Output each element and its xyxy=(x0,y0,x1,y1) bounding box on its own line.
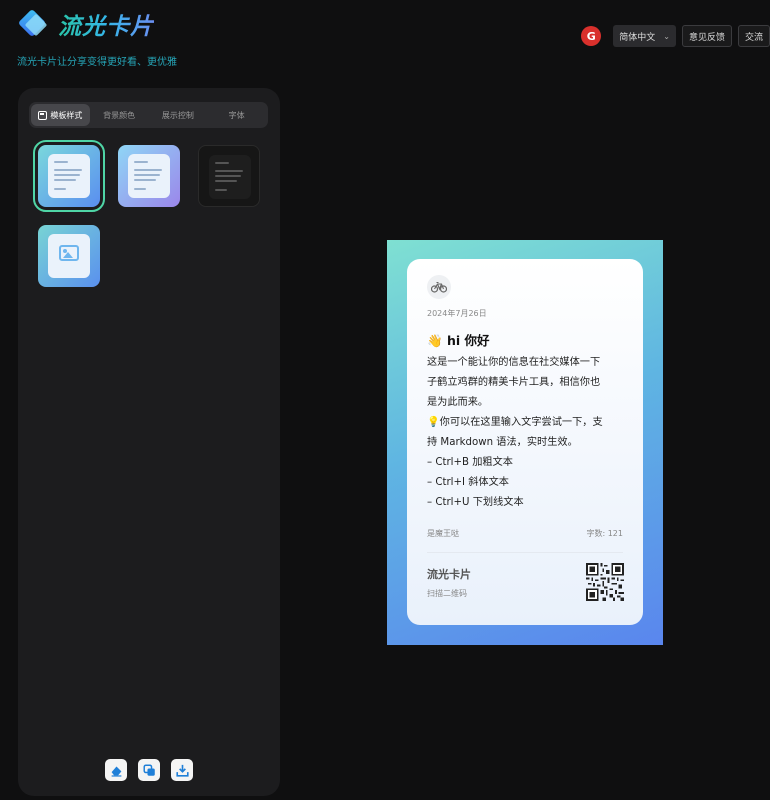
app-name: 流光卡片 xyxy=(58,7,154,41)
card-body-line: – Ctrl+U 下划线文本 xyxy=(427,497,524,508)
settings-tabs: 模板样式 背景颜色 展示控制 字体 xyxy=(29,102,268,128)
tab-label: 字体 xyxy=(228,110,245,120)
card-brand: 流光卡片 xyxy=(427,568,471,581)
template-thumb-purple[interactable] xyxy=(118,145,180,207)
template-preview xyxy=(48,154,90,198)
copy-button[interactable] xyxy=(138,759,160,781)
tab-label: 展示控制 xyxy=(161,110,194,120)
card-body: 这是一个能让你的信息在社交媒体一下 子鹤立鸡群的精美卡片工具，相信你也 是为此而… xyxy=(427,353,627,513)
card-scan-hint: 扫描二维码 xyxy=(427,589,467,598)
card-body-line: 子鹤立鸡群的精美卡片工具，相信你也 xyxy=(427,377,601,388)
card-title: 👋 hi 你好 xyxy=(427,330,489,349)
community-button[interactable]: 交流 xyxy=(737,25,770,47)
template-icon xyxy=(38,110,48,120)
tab-template-style[interactable]: 模板样式 xyxy=(31,104,90,126)
card-body-line: 是为此而来。 xyxy=(427,397,489,408)
card-date: 2024年7月26日 xyxy=(427,309,487,318)
chevron-down-icon: ⌄ xyxy=(663,31,670,41)
tab-label: 背景颜色 xyxy=(103,110,136,120)
template-preview xyxy=(48,234,90,278)
logo-icon xyxy=(17,8,50,38)
wave-emoji: 👋 xyxy=(427,333,443,348)
image-icon xyxy=(59,245,79,261)
copy-icon xyxy=(142,763,155,776)
app-tagline: 流光卡片让分享变得更好看、更优雅 xyxy=(17,57,177,68)
language-label: 简体中文 xyxy=(619,32,656,43)
app-logo[interactable]: 流光卡片 xyxy=(17,7,154,41)
eraser-icon xyxy=(111,765,121,777)
download-icon xyxy=(175,764,189,777)
card-body-line: – Ctrl+B 加粗文本 xyxy=(427,457,513,468)
card-author: 是魔王哒 xyxy=(427,529,459,538)
header-controls: G 简体中文 ⌄ 意见反馈 交流 xyxy=(581,25,770,47)
template-thumb-dark[interactable] xyxy=(198,145,260,207)
template-preview xyxy=(128,154,170,198)
card-body-line: – Ctrl+I 斜体文本 xyxy=(427,477,509,488)
tab-display-control[interactable]: 展示控制 xyxy=(149,104,208,126)
clear-button[interactable] xyxy=(105,759,127,781)
bicycle-icon xyxy=(431,281,447,293)
card-preview-background: 2024年7月26日 👋 hi 你好 这是一个能让你的信息在社交媒体一下 子鹤立… xyxy=(387,240,663,645)
card-divider xyxy=(427,552,623,553)
settings-panel: 模板样式 背景颜色 展示控制 字体 xyxy=(18,88,280,796)
card-preview[interactable]: 2024年7月26日 👋 hi 你好 这是一个能让你的信息在社交媒体一下 子鹤立… xyxy=(407,259,643,625)
avatar xyxy=(427,275,451,299)
card-title-text: hi 你好 xyxy=(446,333,490,348)
card-word-count: 字数: 121 xyxy=(586,529,623,538)
feedback-button[interactable]: 意见反馈 xyxy=(681,25,732,47)
tab-background-color[interactable]: 背景颜色 xyxy=(90,104,149,126)
template-preview xyxy=(209,155,251,199)
card-body-line: 持 Markdown 语法，实时生效。 xyxy=(427,437,578,448)
card-body-line: 这是一个能让你的信息在社交媒体一下 xyxy=(427,357,601,368)
brand-badge-icon[interactable]: G xyxy=(581,26,602,46)
template-thumb-image[interactable] xyxy=(38,225,100,287)
card-body-line: 💡你可以在这里输入文字尝试一下，支 xyxy=(427,417,603,428)
tab-label: 模板样式 xyxy=(50,110,83,120)
panel-actions xyxy=(105,759,193,781)
qr-code-icon xyxy=(586,563,624,601)
language-select[interactable]: 简体中文 ⌄ xyxy=(613,25,676,47)
download-button[interactable] xyxy=(171,759,193,781)
tab-font[interactable]: 字体 xyxy=(207,104,266,126)
template-thumb-blue[interactable] xyxy=(33,140,105,212)
